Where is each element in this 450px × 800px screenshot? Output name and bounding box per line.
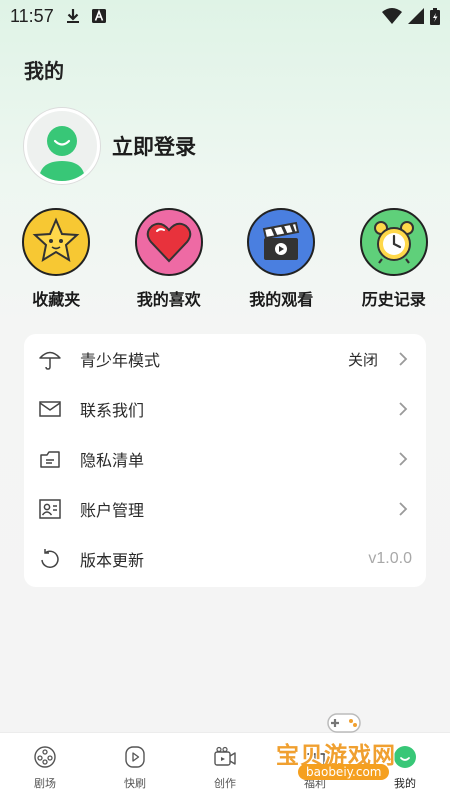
page-title: 我的 (24, 59, 64, 83)
umbrella-icon (39, 351, 61, 370)
quick-item-favorites[interactable]: 收藏夹 (0, 208, 113, 310)
favorites-label: 收藏夹 (32, 290, 81, 309)
watched-badge[interactable] (247, 208, 316, 276)
quick-item-watched[interactable]: 我的观看 (225, 208, 338, 310)
watermark-url: baobeiy.com (298, 764, 390, 780)
clapperboard-icon (263, 221, 300, 260)
chevron-right-icon (399, 402, 408, 416)
nav-label-quick-swipe: 快刷 (124, 777, 146, 790)
status-bar: 11:57 (0, 0, 450, 32)
favorites-badge[interactable] (22, 208, 91, 276)
nav-label-create: 创作 (214, 777, 236, 790)
chevron-right-icon (399, 352, 408, 366)
battery-icon (430, 7, 440, 25)
teen-mode-status: 关闭 (347, 350, 378, 369)
history-label: 历史记录 (361, 290, 426, 309)
heart-icon (146, 222, 191, 263)
document-icon (40, 451, 60, 468)
quick-item-history[interactable]: 历史记录 (338, 208, 450, 310)
nav-item-quick-swipe[interactable]: 快刷 (90, 733, 180, 800)
history-badge[interactable] (359, 208, 428, 276)
likes-label: 我的喜欢 (136, 290, 201, 309)
alarm-clock-icon (373, 221, 414, 264)
nav-label-theater: 剧场 (34, 777, 56, 790)
menu-label-privacy: 隐私清单 (80, 451, 145, 470)
mail-icon (39, 401, 61, 417)
app-version: v1.0.0 (368, 550, 412, 567)
id-card-icon (39, 499, 61, 519)
menu-item-contact[interactable]: 联系我们 (24, 384, 426, 434)
menu-item-teen-mode[interactable]: 青少年模式 关闭 (24, 334, 426, 384)
nav-item-create[interactable]: 创作 (180, 733, 270, 800)
quick-actions: 收藏夹 我的喜欢 我的观看 历史记录 (0, 208, 450, 310)
a-badge-icon (91, 9, 106, 23)
settings-menu: 青少年模式 关闭 联系我们 隐私清单 账户管理 版本更新 v1.0.0 (24, 334, 426, 587)
download-icon (66, 9, 79, 23)
gamepad-icon (327, 713, 361, 733)
signal-icon (408, 8, 424, 24)
default-avatar-icon (39, 126, 85, 181)
chevron-right-icon (399, 502, 408, 516)
watermark: 宝贝游戏网 baobeiy.com (272, 708, 422, 792)
watched-label: 我的观看 (249, 290, 314, 309)
menu-item-account[interactable]: 账户管理 (24, 484, 426, 534)
likes-badge[interactable] (134, 208, 203, 276)
status-time: 11:57 (10, 5, 54, 26)
login-link[interactable]: 立即登录 (112, 131, 196, 161)
menu-item-privacy[interactable]: 隐私清单 (24, 434, 426, 484)
play-circle-icon (125, 746, 145, 768)
menu-label-update: 版本更新 (80, 551, 145, 570)
profile-section[interactable]: 立即登录 (24, 108, 196, 184)
menu-label-account: 账户管理 (80, 501, 145, 520)
quick-item-likes[interactable]: 我的喜欢 (113, 208, 226, 310)
chevron-right-icon (399, 452, 408, 466)
star-icon (32, 217, 80, 263)
menu-label-teen-mode: 青少年模式 (80, 351, 161, 370)
video-camera-icon (214, 746, 236, 766)
film-reel-icon (34, 746, 56, 768)
avatar[interactable] (24, 108, 100, 184)
wifi-icon (382, 8, 402, 24)
menu-label-contact: 联系我们 (80, 401, 145, 420)
menu-item-update[interactable]: 版本更新 v1.0.0 (24, 534, 426, 584)
nav-item-theater[interactable]: 剧场 (0, 733, 90, 800)
refresh-icon (41, 549, 59, 569)
